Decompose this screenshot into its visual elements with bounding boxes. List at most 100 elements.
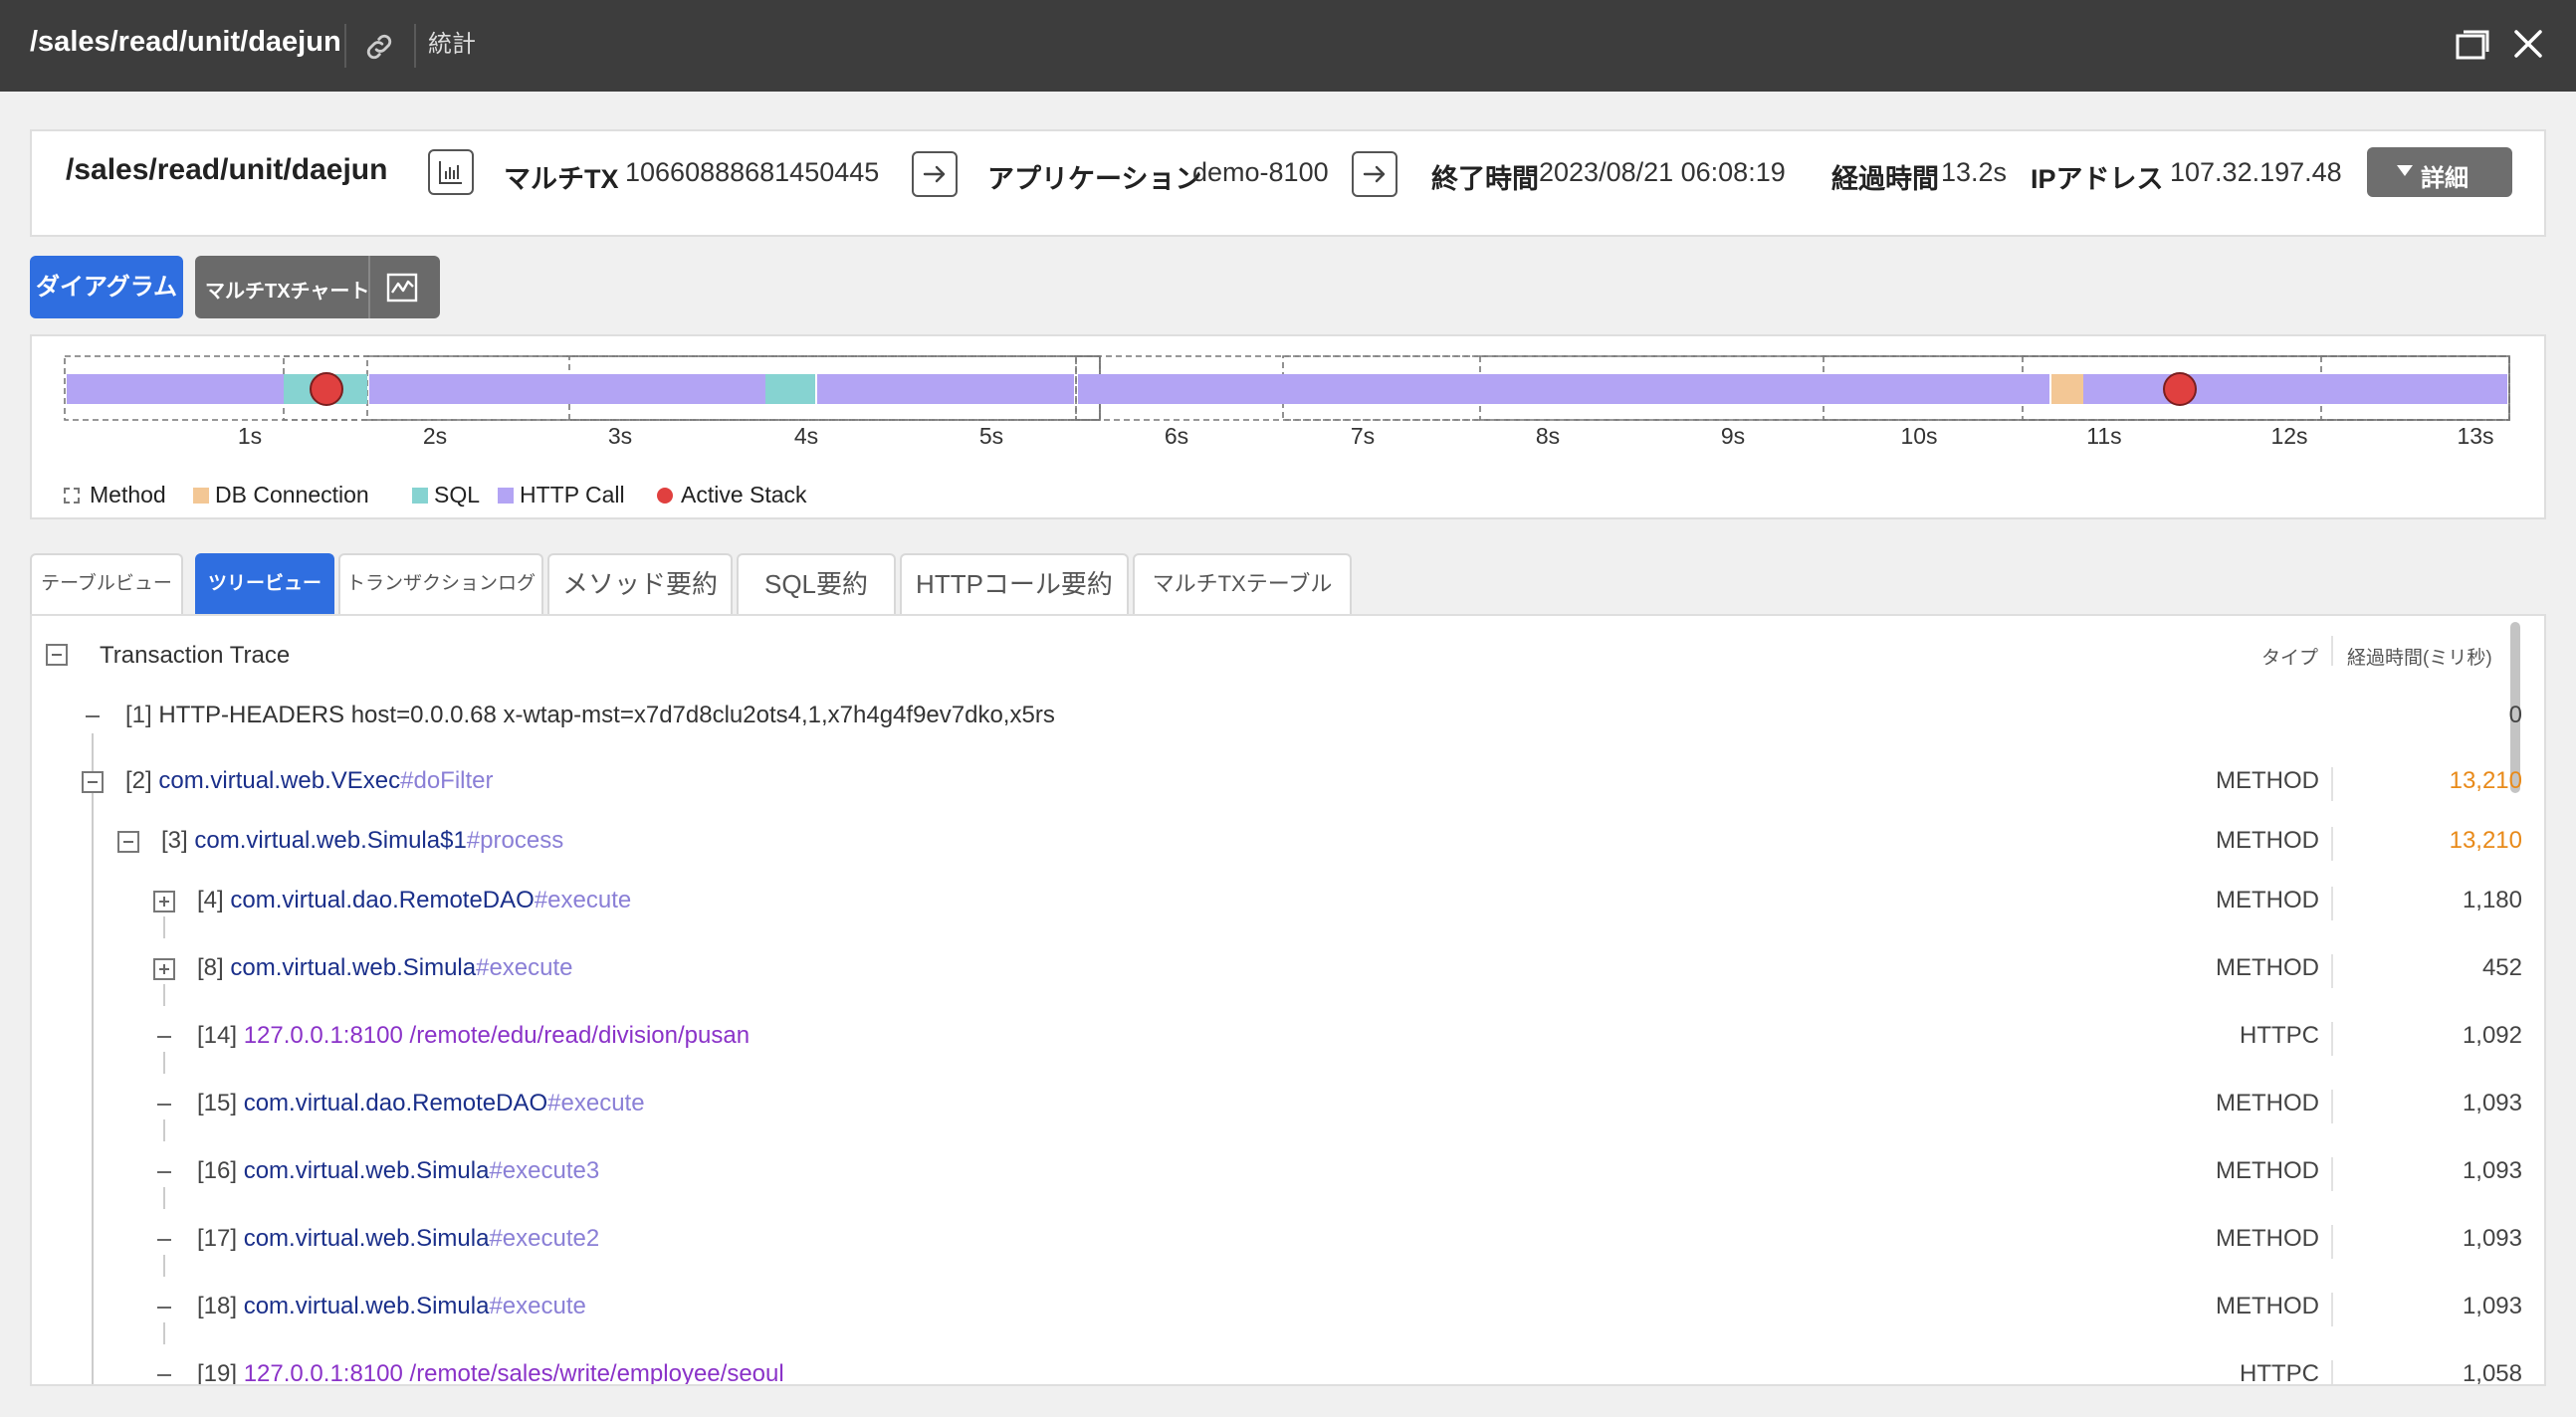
tick-label: 10s <box>1900 423 1937 449</box>
line-chart-icon[interactable] <box>386 273 418 303</box>
arrow-right-icon <box>923 165 946 183</box>
multitx-label: マルチTX <box>504 164 619 194</box>
row-type: METHOD <box>2216 767 2319 794</box>
transaction-path: /sales/read/unit/daejun <box>66 153 388 186</box>
collapse-icon[interactable] <box>82 771 104 793</box>
db-connection-bar <box>2051 374 2083 404</box>
row-elapsed: 1,180 <box>2462 887 2522 913</box>
caret-down-icon <box>2397 165 2413 176</box>
leaf-icon <box>157 1239 171 1241</box>
row-type: HTTPC <box>2240 1360 2319 1386</box>
tick-label: 5s <box>979 423 1003 449</box>
tick-label: 6s <box>1165 423 1188 449</box>
row-elapsed: 13,210 <box>2449 767 2522 794</box>
expand-icon[interactable] <box>153 891 175 912</box>
column-header-type: タイプ <box>2261 648 2319 669</box>
ip-label: IPアドレス <box>2031 164 2164 194</box>
link-icon[interactable] <box>362 30 396 64</box>
tick-label: 4s <box>794 423 818 449</box>
leaf-icon <box>157 1104 171 1106</box>
app-go-button[interactable] <box>1352 151 1397 197</box>
diagram-button[interactable]: ダイアグラム <box>30 256 183 318</box>
divider <box>414 24 416 68</box>
tree-row[interactable]: [4] com.virtual.dao.RemoteDAO#execute <box>197 887 631 918</box>
title-bar: /sales/read/unit/daejun 統計 <box>0 0 2576 92</box>
tick-label: 1s <box>238 423 262 449</box>
arrow-right-icon <box>1363 165 1386 183</box>
http-call-bar <box>1078 374 2049 404</box>
collapse-icon[interactable] <box>46 644 68 666</box>
tick-label: 8s <box>1536 423 1560 449</box>
tick-label: 13s <box>2457 423 2493 449</box>
tab-transaction-log[interactable]: トランザクションログ <box>338 553 543 615</box>
tree-row[interactable]: [8] com.virtual.web.Simula#execute <box>197 954 573 986</box>
elapsed-value: 13.2s <box>1941 157 2008 187</box>
active-stack-marker <box>310 372 343 406</box>
row-elapsed: 1,093 <box>2462 1090 2522 1116</box>
app-value: demo-8100 <box>1192 157 1329 187</box>
tree-row[interactable]: [19] 127.0.0.1:8100 /remote/sales/write/… <box>197 1360 784 1384</box>
row-type: HTTPC <box>2240 1022 2319 1049</box>
detail-button[interactable]: 詳細 <box>2367 147 2512 197</box>
tick-label: 9s <box>1721 423 1745 449</box>
stats-chart-button[interactable] <box>428 149 474 195</box>
leaf-icon <box>157 1171 171 1173</box>
end-time-label: 終了時間 <box>1431 164 1539 194</box>
leaf-icon <box>86 715 100 717</box>
divider <box>344 24 346 68</box>
row-elapsed: 1,093 <box>2462 1293 2522 1319</box>
tree-row[interactable]: [17] com.virtual.web.Simula#execute2 <box>197 1225 599 1257</box>
tab-multitx-table[interactable]: マルチTXテーブル <box>1133 553 1352 615</box>
sql-bar <box>765 374 815 404</box>
tree-row[interactable]: [14] 127.0.0.1:8100 /remote/edu/read/div… <box>197 1022 750 1054</box>
tree-row[interactable]: [16] com.virtual.web.Simula#execute3 <box>197 1157 599 1189</box>
tree-row[interactable]: [2] com.virtual.web.VExec#doFilter <box>125 767 494 799</box>
active-stack-marker <box>2163 372 2197 406</box>
leaf-icon <box>157 1374 171 1376</box>
tree-title: Transaction Trace <box>100 642 291 669</box>
tab-tree-view[interactable]: ツリービュー <box>195 553 334 615</box>
tick-label: 2s <box>423 423 447 449</box>
leaf-icon <box>157 1307 171 1309</box>
row-type: METHOD <box>2216 1090 2319 1116</box>
tick-label: 3s <box>608 423 632 449</box>
transaction-summary: /sales/read/unit/daejun マルチTX 1066088868… <box>30 129 2546 237</box>
tree-row[interactable]: [18] com.virtual.web.Simula#execute <box>197 1293 586 1324</box>
http-call-bar <box>369 374 795 404</box>
maximize-icon[interactable] <box>2455 28 2490 62</box>
multitx-value: 10660888681450445 <box>625 157 880 187</box>
http-call-bar <box>817 374 1074 404</box>
close-icon[interactable] <box>2510 26 2546 62</box>
row-elapsed: 1,092 <box>2462 1022 2522 1049</box>
ip-value: 107.32.197.48 <box>2170 157 2342 187</box>
tab-sql-summary[interactable]: SQL要約 <box>737 553 896 615</box>
timeline-chart: 1s 2s 3s 4s 5s 6s 7s 8s 9s 10s 11s 12s 1… <box>30 334 2546 519</box>
window-title: /sales/read/unit/daejun <box>30 26 341 58</box>
tree-row[interactable]: [3] com.virtual.web.Simula$1#process <box>161 827 563 859</box>
bar-chart-icon <box>439 161 462 184</box>
tick-label: 12s <box>2270 423 2307 449</box>
collapse-icon[interactable] <box>117 831 139 853</box>
app-label: アプリケーション <box>987 164 1202 194</box>
row-type: METHOD <box>2216 887 2319 913</box>
multitx-chart-button[interactable]: マルチTXチャート <box>195 256 440 318</box>
tree-view-panel: Transaction Trace タイプ 経過時間(ミリ秒) [1] HTTP… <box>30 614 2546 1386</box>
row-elapsed: 0 <box>2508 702 2522 728</box>
stats-link[interactable]: 統計 <box>428 24 476 59</box>
tab-method-summary[interactable]: メソッド要約 <box>547 553 733 615</box>
row-elapsed: 1,058 <box>2462 1360 2522 1386</box>
row-type: METHOD <box>2216 1293 2319 1319</box>
tab-http-call-summary[interactable]: HTTPコール要約 <box>900 553 1129 615</box>
expand-icon[interactable] <box>153 958 175 980</box>
tree-row[interactable]: [1] HTTP-HEADERS host=0.0.0.68 x-wtap-ms… <box>125 702 1055 733</box>
row-type: METHOD <box>2216 827 2319 854</box>
tick-label: 7s <box>1351 423 1375 449</box>
row-elapsed: 1,093 <box>2462 1225 2522 1252</box>
tab-table-view[interactable]: テーブルビュー <box>30 553 183 615</box>
multitx-go-button[interactable] <box>912 151 958 197</box>
tick-label: 11s <box>2086 423 2121 449</box>
tree-row[interactable]: [15] com.virtual.dao.RemoteDAO#execute <box>197 1090 645 1121</box>
timeline-svg: 1s 2s 3s 4s 5s 6s 7s 8s 9s 10s 11s 12s 1… <box>64 355 2510 449</box>
elapsed-label: 経過時間 <box>1831 164 1939 194</box>
http-call-bar <box>67 374 284 404</box>
